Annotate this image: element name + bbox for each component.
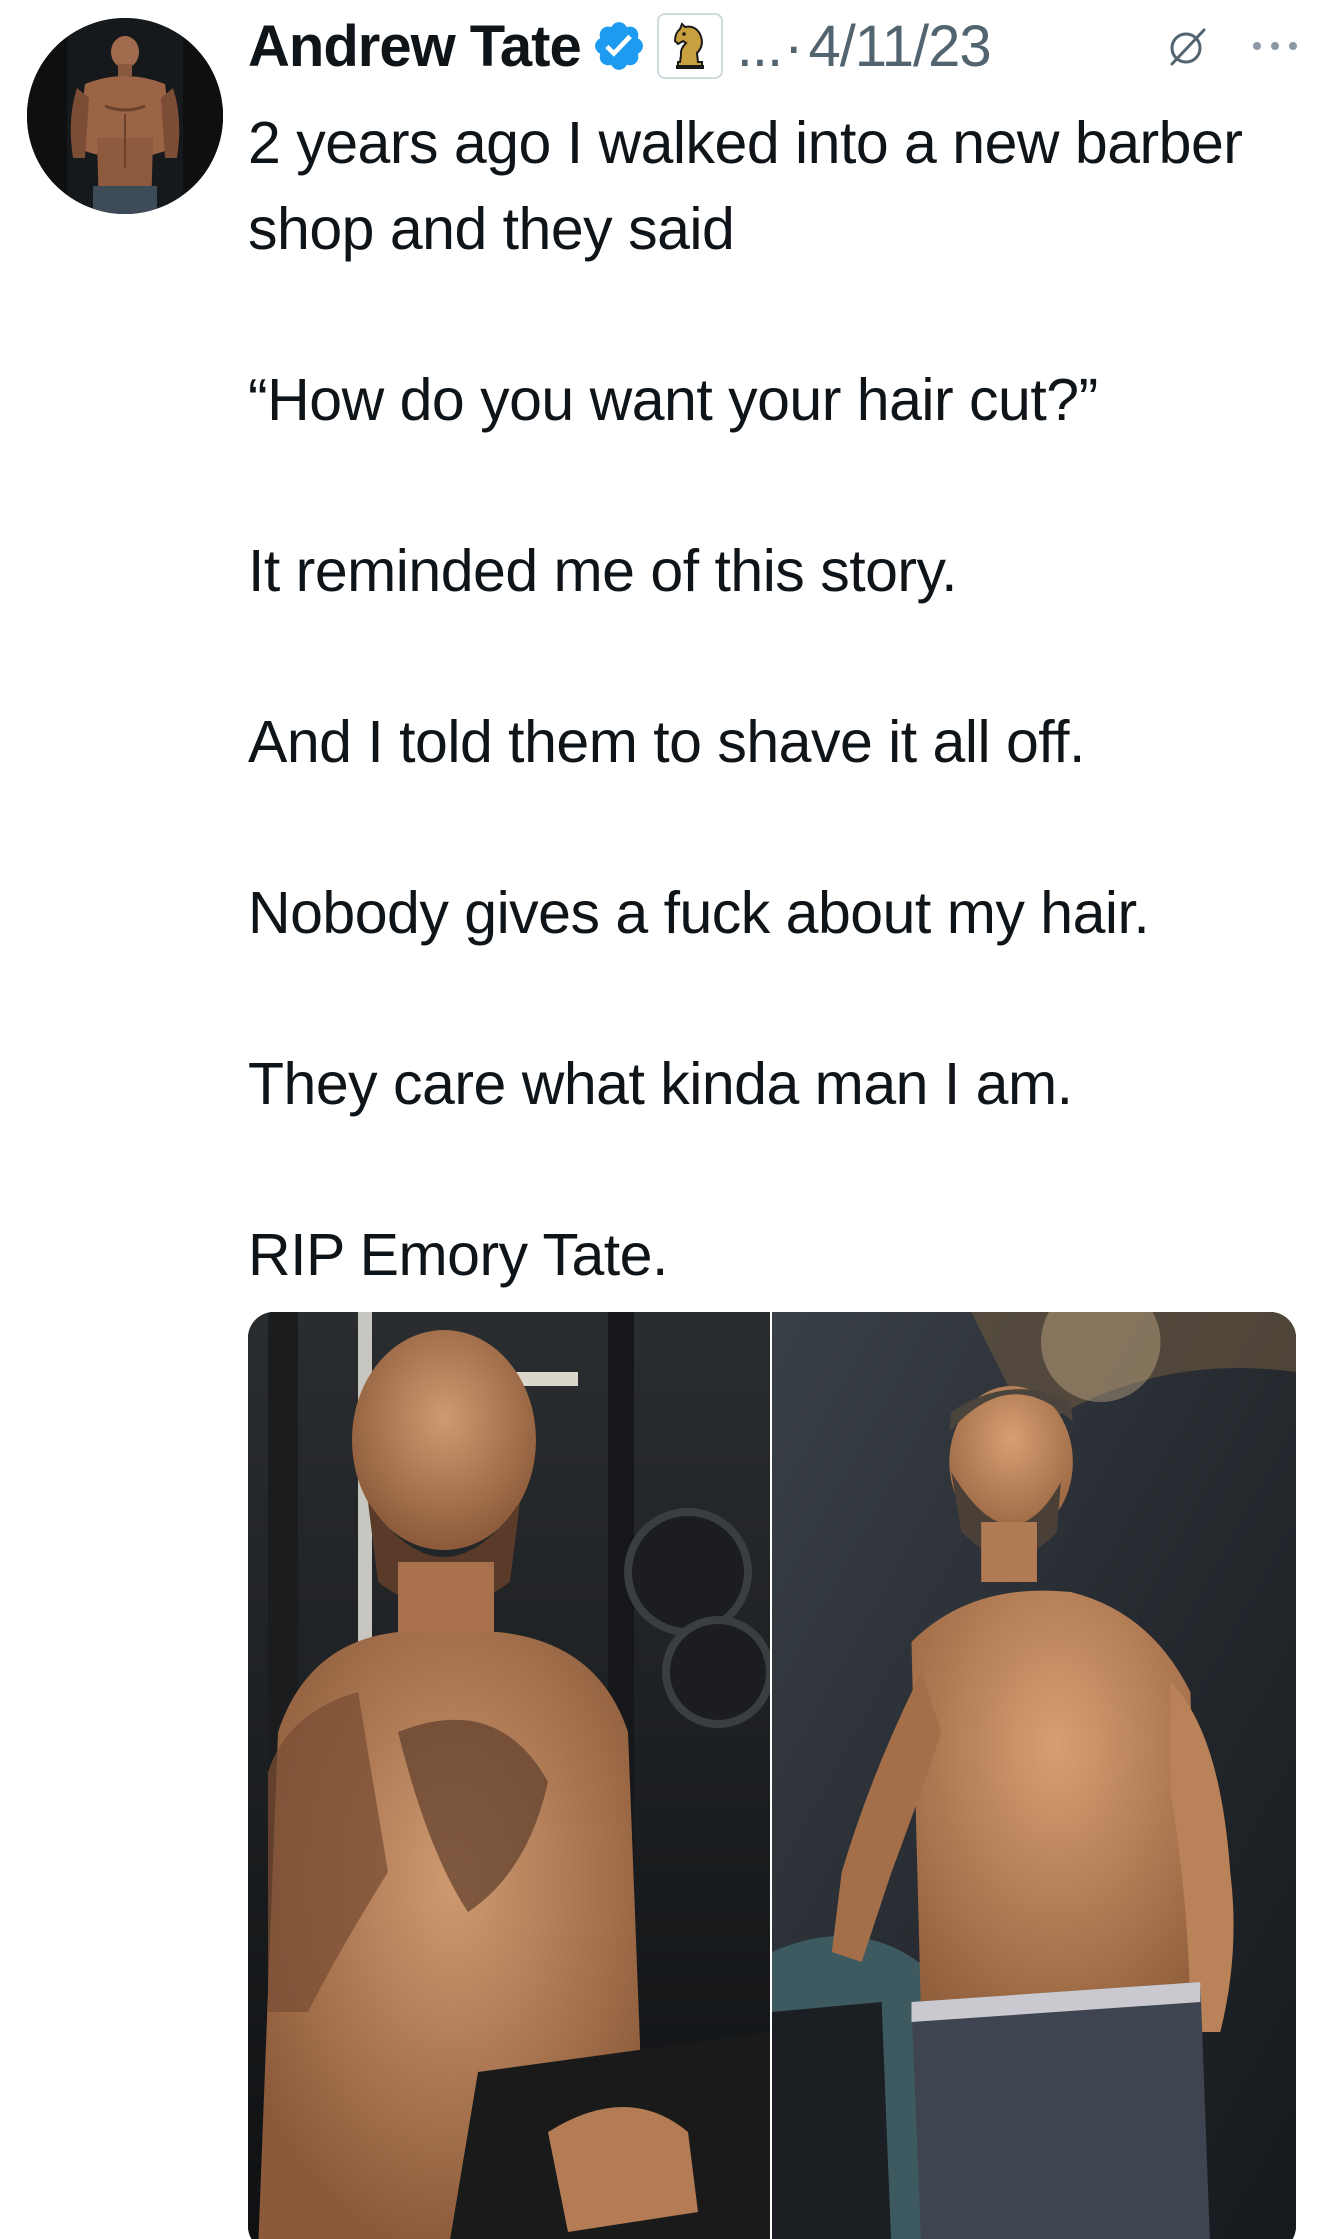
tweet-paragraph: “How do you want your hair cut?”	[248, 367, 1098, 433]
tweet-media[interactable]	[248, 1312, 1296, 2239]
tweet-date[interactable]: 4/11/23	[808, 13, 991, 80]
tweet[interactable]: Andrew Tate ... · 4/11/23 2 years ago I …	[0, 0, 1320, 2239]
tweet-text: 2 years ago I walked into a new barber s…	[248, 100, 1288, 1383]
affiliate-badge[interactable]	[656, 13, 723, 79]
photo-bearded-man	[772, 1312, 1296, 2239]
avatar[interactable]	[27, 18, 223, 214]
tweet-paragraph: They care what kinda man I am.	[248, 1051, 1073, 1117]
tweet-paragraph: And I told them to shave it all off.	[248, 709, 1085, 775]
tweet-paragraph: RIP Emory Tate.	[248, 1222, 668, 1288]
mute-icon[interactable]	[1166, 24, 1210, 68]
media-photo-right[interactable]	[770, 1312, 1296, 2239]
handle[interactable]: ...	[737, 13, 783, 80]
more-options-icon[interactable]	[1248, 36, 1302, 56]
tweet-header: Andrew Tate ... · 4/11/23	[248, 6, 1308, 86]
display-name[interactable]: Andrew Tate	[248, 13, 582, 80]
separator-dot: ·	[784, 13, 803, 79]
tweet-paragraph: It reminded me of this story.	[248, 538, 958, 604]
tweet-paragraph: 2 years ago I walked into a new barber s…	[248, 110, 1259, 262]
avatar-image	[27, 18, 223, 214]
media-photo-left[interactable]	[248, 1312, 770, 2239]
chess-knight-icon	[673, 22, 704, 69]
tweet-paragraph: Nobody gives a fuck about my hair.	[248, 880, 1150, 946]
verified-badge-icon[interactable]	[591, 18, 647, 74]
photo-bald-man-gym	[248, 1312, 770, 2239]
